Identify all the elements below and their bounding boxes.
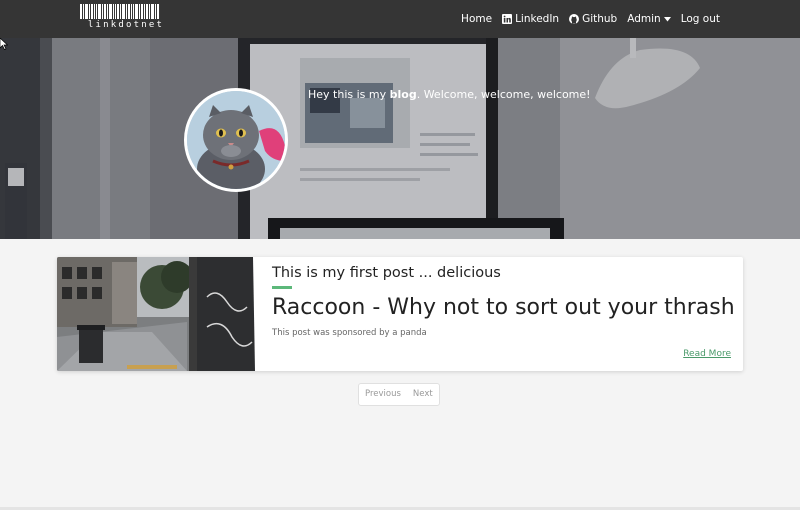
accent-divider — [272, 286, 292, 289]
hero-welcome-text: Hey this is my blog. Welcome, welcome, w… — [308, 88, 591, 101]
pagination: Previous Next — [358, 383, 440, 406]
hero-banner: Hey this is my blog. Welcome, welcome, w… — [0, 38, 800, 239]
brand-text: linkdotnet — [87, 20, 165, 30]
nav-github-label: Github — [582, 13, 618, 25]
post-preview-image — [57, 257, 262, 371]
main-nav: Home LinkedIn Github Admin Log out — [461, 0, 720, 38]
github-icon — [569, 14, 580, 24]
post-card[interactable]: This is my first post ... delicious Racc… — [57, 257, 743, 371]
mouse-cursor-icon — [0, 38, 8, 50]
caret-down-icon — [663, 16, 671, 21]
post-subtitle: This is my first post ... delicious — [272, 265, 501, 281]
nav-admin-label: Admin — [627, 13, 661, 25]
barcode-icon — [80, 4, 172, 19]
hero-background-image — [0, 38, 800, 239]
hero-intro: Hey this is my — [308, 88, 387, 101]
post-card-body: This is my first post ... delicious Racc… — [272, 265, 735, 338]
nav-linkedin[interactable]: LinkedIn — [502, 13, 559, 25]
read-more-link[interactable]: Read More — [683, 349, 731, 359]
post-description: This post was sponsored by a panda — [272, 328, 427, 338]
previous-button[interactable]: Previous — [359, 384, 407, 405]
next-button[interactable]: Next — [407, 384, 439, 405]
nav-logout-label: Log out — [680, 13, 720, 25]
nav-home[interactable]: Home — [461, 13, 492, 25]
nav-home-label: Home — [461, 13, 493, 25]
brand-logo[interactable]: linkdotnet — [80, 4, 172, 32]
cat-avatar-image — [187, 91, 285, 189]
avatar — [184, 88, 288, 192]
post-title[interactable]: Raccoon - Why not to sort out your thras… — [272, 295, 735, 320]
linkedin-icon — [502, 14, 513, 24]
nav-github[interactable]: Github — [569, 13, 617, 25]
hero-highlight: blog — [389, 88, 417, 101]
nav-logout[interactable]: Log out — [681, 13, 720, 25]
navbar: linkdotnet Home LinkedIn Github Admin Lo… — [0, 0, 800, 38]
hero-rest: . Welcome, welcome, welcome! — [416, 88, 591, 101]
nav-admin-dropdown[interactable]: Admin — [627, 13, 671, 25]
nav-linkedin-label: LinkedIn — [515, 13, 560, 25]
